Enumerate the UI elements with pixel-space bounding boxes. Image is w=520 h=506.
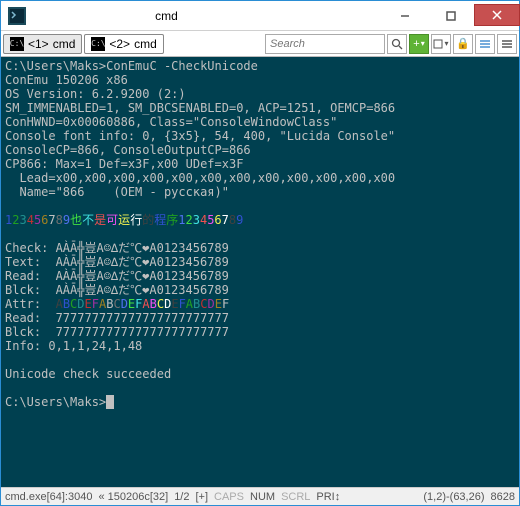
status-scrl: SCRL	[281, 491, 310, 503]
line: ConHWND=0x00060886, Class="ConsoleWindow…	[5, 115, 337, 129]
line: SM_IMMENABLED=1, SM_DBCSENABLED=0, ACP=1…	[5, 101, 395, 115]
rainbow-line: 123456789也不是可运行的程序123456789	[5, 213, 243, 227]
status-bar: cmd.exe[64]:3040 « 150206c[32] 1/2 [+] C…	[1, 487, 519, 505]
always-on-top-button[interactable]: 🔒	[453, 34, 473, 54]
menu-button[interactable]	[497, 34, 517, 54]
minimize-button[interactable]	[382, 5, 428, 27]
line: Console font info: 0, {3x5}, 54, 400, "L…	[5, 129, 395, 143]
status-buffer: « 150206c[32]	[98, 491, 168, 503]
console-output[interactable]: C:\Users\Maks>ConEmuC -CheckUnicode ConE…	[1, 57, 519, 487]
status-num: NUM	[250, 491, 275, 503]
titlebar: cmd	[1, 1, 519, 31]
status-page: 1/2	[174, 491, 189, 503]
line: Lead=x00,x00,x00,x00,x00,x00,x00,x00,x00…	[5, 171, 395, 185]
close-button[interactable]	[474, 4, 520, 26]
line: C:\Users\Maks>ConEmuC -CheckUnicode	[5, 59, 258, 73]
line: Blck: 777777777777777777777777	[5, 325, 229, 339]
line: Unicode check succeeded	[5, 367, 171, 381]
line: Check: AÀĀ╬豈A☺∆だ℃❤A0123456789	[5, 241, 229, 255]
line: OS Version: 6.2.9200 (2:)	[5, 87, 186, 101]
status-priority[interactable]: PRI↕	[316, 491, 340, 503]
line: Blck: AÀĀ╬豈A☺∆だ℃❤A0123456789	[5, 283, 229, 297]
tab-label: cmd	[134, 37, 157, 51]
window-title: cmd	[0, 9, 382, 23]
tab-number: <1>	[28, 37, 49, 51]
line: ConEmu 150206 x86	[5, 73, 128, 87]
status-cursor-pos: (1,2)-(63,26)	[423, 491, 484, 503]
console-icon: C:\	[10, 37, 24, 51]
line: Name="866 (OEM - русская)"	[5, 185, 229, 199]
tab-bar: C:\ <1> cmd C:\ <2> cmd +▾ ▾ 🔒	[1, 31, 519, 57]
prompt: C:\Users\Maks>	[5, 395, 106, 409]
tab-1[interactable]: C:\ <1> cmd	[3, 34, 82, 54]
search-button[interactable]	[387, 34, 407, 54]
settings-button[interactable]	[475, 34, 495, 54]
status-plus[interactable]: [+]	[195, 491, 208, 503]
search-input[interactable]	[265, 34, 385, 54]
status-caps: CAPS	[214, 491, 244, 503]
console-icon: C:\	[91, 37, 105, 51]
line: Text: AÀĀ╬豈A☺∆だ℃❤A0123456789	[5, 255, 229, 269]
line: Info: 0,1,1,24,1,48	[5, 339, 142, 353]
status-extra: 8628	[491, 491, 515, 503]
line: Read: AÀĀ╬豈A☺∆だ℃❤A0123456789	[5, 269, 229, 283]
status-process: cmd.exe[64]:3040	[5, 491, 92, 503]
tab-number: <2>	[109, 37, 130, 51]
window-controls	[382, 5, 519, 27]
line: CP866: Max=1 Def=x3F,x00 UDef=x3F	[5, 157, 243, 171]
new-console-button[interactable]: +▾	[409, 34, 429, 54]
window-split-button[interactable]: ▾	[431, 34, 451, 54]
tab-label: cmd	[53, 37, 76, 51]
line: ConsoleCP=866, ConsoleOutputCP=866	[5, 143, 251, 157]
attr-line: Attr: ABCDEFABCDEFABCDEFABCDEF	[5, 297, 229, 311]
line: Read: 777777777777777777777777	[5, 311, 229, 325]
cursor	[106, 395, 114, 409]
maximize-button[interactable]	[428, 5, 474, 27]
tab-2[interactable]: C:\ <2> cmd	[84, 34, 163, 54]
